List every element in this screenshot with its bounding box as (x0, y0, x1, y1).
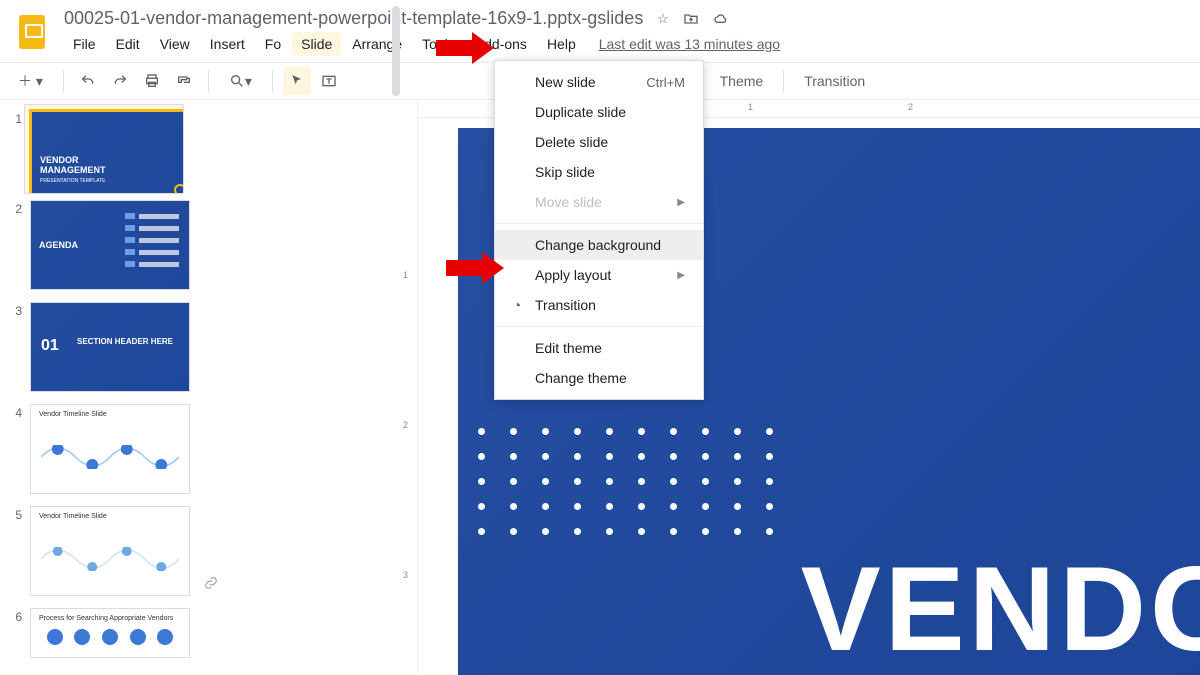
thumbnail-slide-6[interactable]: Process for Searching Appropriate Vendor… (30, 608, 190, 658)
zoom-button[interactable]: ▾ (219, 67, 262, 95)
thumb4-title: Vendor Timeline Slide (39, 411, 107, 418)
print-button[interactable] (138, 67, 166, 95)
menu-file[interactable]: File (64, 32, 105, 56)
menu-slide[interactable]: Slide (292, 32, 341, 56)
thumbnail-panel: 1 VENDOR MANAGEMENT PRESENTATION TEMPLAT… (0, 100, 400, 675)
menu-item-transition[interactable]: ◔ Transition (495, 290, 703, 320)
submenu-arrow-icon: ▶ (677, 270, 685, 281)
thumb-number: 3 (10, 302, 22, 318)
undo-button[interactable] (74, 67, 102, 95)
toolbar-separator (208, 70, 209, 92)
menu-help[interactable]: Help (538, 32, 585, 56)
dot-pattern-decoration (478, 428, 774, 535)
thumbnail-slide-5[interactable]: Vendor Timeline Slide (30, 506, 190, 596)
menu-arrange[interactable]: Arrange (343, 32, 411, 56)
menu-item-apply-layout[interactable]: Apply layout▶ (495, 260, 703, 290)
menu-item-skip-slide[interactable]: Skip slide (495, 157, 703, 187)
cloud-status-icon[interactable] (713, 11, 729, 30)
thumbnail-slide-1[interactable]: VENDOR MANAGEMENT PRESENTATION TEMPLATE (31, 111, 184, 194)
paint-format-button[interactable] (170, 67, 198, 95)
thumb1-title-line2: MANAGEMENT (40, 166, 106, 176)
menu-separator (495, 326, 703, 327)
new-slide-button[interactable]: ＋ ▾ (8, 67, 53, 95)
toolbar-separator (272, 70, 273, 92)
star-icon[interactable]: ☆ (657, 11, 669, 30)
submenu-arrow-icon: ▶ (677, 197, 685, 208)
thumbnail-slide-3[interactable]: 01 SECTION HEADER HERE (30, 302, 190, 392)
menu-item-duplicate-slide[interactable]: Duplicate slide (495, 97, 703, 127)
thumbnail-slide-2[interactable]: AGENDA (30, 200, 190, 290)
redo-button[interactable] (106, 67, 134, 95)
agenda-items-preview (125, 213, 179, 267)
title-bar: 00025-01-vendor-management-powerpoint-te… (0, 0, 1200, 56)
thumb6-title: Process for Searching Appropriate Vendor… (39, 615, 173, 622)
shortcut-label: Ctrl+M (646, 75, 685, 90)
toolbar-separator (783, 70, 784, 92)
last-edit-link[interactable]: Last edit was 13 minutes ago (599, 36, 780, 52)
document-title[interactable]: 00025-01-vendor-management-powerpoint-te… (64, 8, 643, 28)
google-slides-logo[interactable] (14, 8, 50, 56)
menu-item-delete-slide[interactable]: Delete slide (495, 127, 703, 157)
menu-item-move-slide: Move slide▶ (495, 187, 703, 217)
menu-view[interactable]: View (151, 32, 199, 56)
slide-title-text[interactable]: VENDOR (801, 540, 1200, 675)
menu-item-new-slide[interactable]: New slide Ctrl+M (495, 67, 703, 97)
thumb-number: 2 (10, 200, 22, 216)
textbox-tool[interactable] (315, 67, 343, 95)
circle-decoration-icon (174, 184, 184, 194)
linked-slide-icon (204, 576, 218, 593)
annotation-arrow-slide-menu (436, 32, 494, 64)
menu-edit[interactable]: Edit (107, 32, 149, 56)
toolbar-separator (63, 70, 64, 92)
menu-format-truncated[interactable]: Fo (256, 32, 290, 56)
thumb1-subtitle: PRESENTATION TEMPLATE (40, 178, 105, 184)
menu-item-edit-theme[interactable]: Edit theme (495, 333, 703, 363)
thumb-number: 4 (10, 404, 22, 420)
menu-insert[interactable]: Insert (201, 32, 254, 56)
menu-item-change-theme[interactable]: Change theme (495, 363, 703, 393)
slide-menu-dropdown: New slide Ctrl+M Duplicate slide Delete … (494, 60, 704, 400)
transition-icon: ◔ (509, 297, 525, 313)
menu-bar: File Edit View Insert Fo Slide Arrange T… (64, 32, 1186, 56)
menu-item-change-background[interactable]: Change background (495, 230, 703, 260)
transition-button[interactable]: Transition (794, 67, 875, 95)
thumb2-title: AGENDA (39, 241, 78, 251)
select-tool[interactable] (283, 67, 311, 95)
thumb5-title: Vendor Timeline Slide (39, 513, 107, 520)
move-to-folder-icon[interactable] (683, 11, 699, 30)
theme-button[interactable]: Theme (710, 67, 774, 95)
thumb-number: 6 (10, 608, 22, 624)
thumb3-title: SECTION HEADER HERE (77, 337, 173, 346)
thumb3-number: 01 (41, 337, 59, 355)
thumb-number: 1 (10, 110, 22, 126)
thumbnail-slide-4[interactable]: Vendor Timeline Slide (30, 404, 190, 494)
menu-separator (495, 223, 703, 224)
vertical-ruler: 1 2 3 (400, 100, 418, 675)
annotation-arrow-change-background (446, 252, 504, 284)
thumb-number: 5 (10, 506, 22, 522)
